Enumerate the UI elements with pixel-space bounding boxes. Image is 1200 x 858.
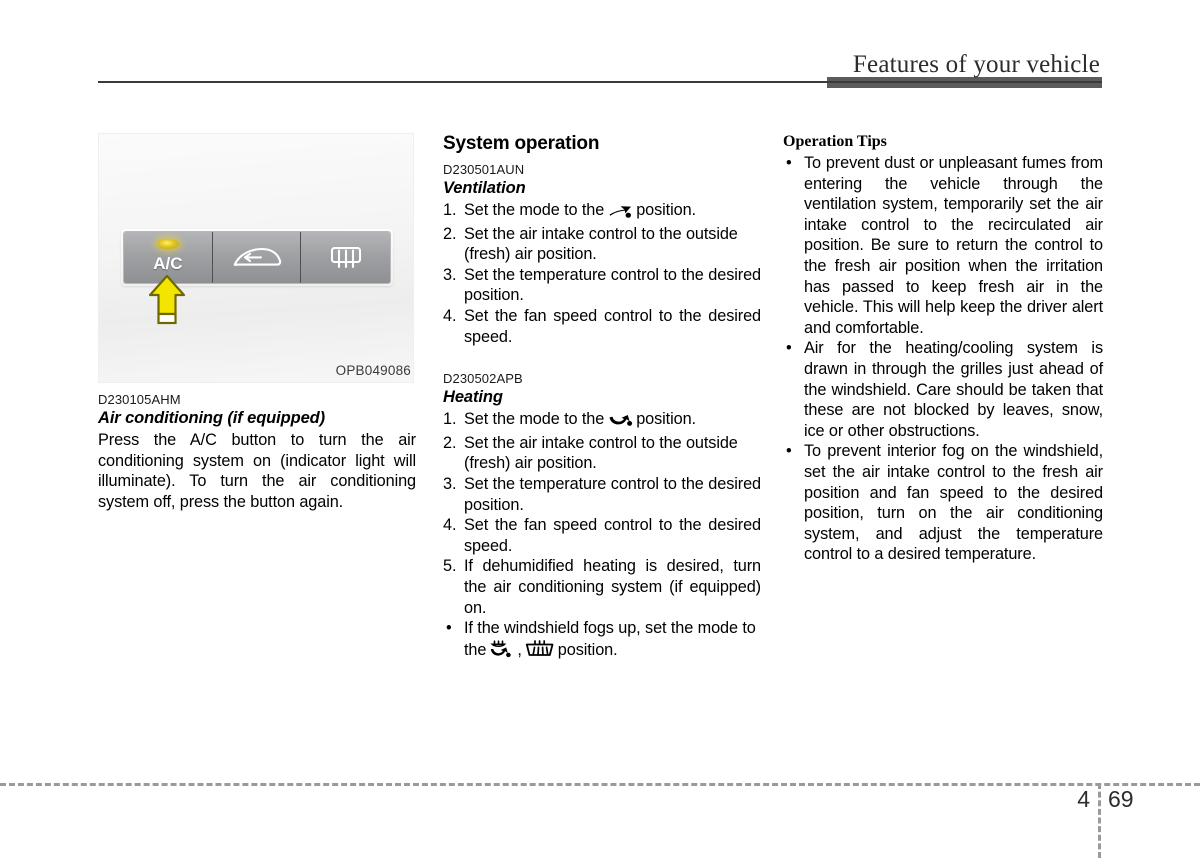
air-conditioning-subheading: Air conditioning (if equipped) xyxy=(98,409,326,427)
operation-tips-list: • To prevent dust or unpleasant fumes fr… xyxy=(783,153,1103,565)
heating-note: • If the windshield fogs up, set the mod… xyxy=(443,618,761,663)
air-recirculation-icon xyxy=(233,247,281,266)
list-item: 2. Set the air intake control to the out… xyxy=(443,433,761,474)
system-operation-heading: System operation xyxy=(443,133,600,154)
left-column: A/C OPB049086 D230105AHM Air conditionin… xyxy=(98,133,416,512)
heating-subheading: Heating xyxy=(443,388,503,407)
list-item: 1. Set the mode to the position. xyxy=(443,200,761,224)
page-header: Features of your vehicle xyxy=(0,0,1200,100)
step-number: 3. xyxy=(443,265,457,284)
chapter-number: 4 xyxy=(1077,786,1090,812)
page-title: Features of your vehicle xyxy=(852,51,1100,78)
list-item: 3. Set the temperature control to the de… xyxy=(443,265,761,306)
right-column: Operation Tips • To prevent dust or unpl… xyxy=(783,133,1103,565)
bullet-marker: • xyxy=(446,619,452,638)
callout-arrow-icon xyxy=(148,274,186,325)
air-conditioning-body: Press the A/C button to turn the air con… xyxy=(98,431,416,511)
floor-vent-mode-icon xyxy=(607,410,633,433)
note-text-post: position. xyxy=(557,640,618,659)
list-item: • If the windshield fogs up, set the mod… xyxy=(443,618,761,663)
list-item: • To prevent interior fog on the windshi… xyxy=(783,441,1103,565)
step-text-post: position. xyxy=(636,410,696,429)
step-text: Set the fan speed control to the desired… xyxy=(464,306,761,346)
step-number: 3. xyxy=(443,474,457,493)
ventilation-steps: 1. Set the mode to the position. 2. Set t… xyxy=(443,200,761,347)
tip-text: To prevent interior fog on the windshiel… xyxy=(804,442,1103,564)
step-number: 4. xyxy=(443,516,457,535)
list-item: 5. If dehumidified heating is desired, t… xyxy=(443,556,761,618)
tip-text: To prevent dust or unpleasant fumes from… xyxy=(804,154,1103,337)
ac-indicator-led xyxy=(156,239,179,249)
list-item: 4. Set the fan speed control to the desi… xyxy=(443,515,761,556)
step-number: 4. xyxy=(443,306,457,325)
note-separator: , xyxy=(517,640,522,659)
step-text: Set the mode to the position. xyxy=(464,409,761,433)
step-text: Set the temperature control to the desir… xyxy=(464,474,761,514)
rear-window-defroster-icon xyxy=(330,246,361,268)
list-item: • To prevent dust or unpleasant fumes fr… xyxy=(783,153,1103,338)
step-text: If dehumidified heating is desired, turn… xyxy=(464,557,761,617)
step-number: 1. xyxy=(443,410,457,429)
floor-defrost-mode-icon xyxy=(489,639,514,664)
step-text: Set the temperature control to the desir… xyxy=(464,265,761,305)
list-item: 2. Set the air intake control to the out… xyxy=(443,224,761,265)
step-number: 5. xyxy=(443,557,457,576)
step-text-post: position. xyxy=(636,201,696,219)
air-recirculation-button[interactable] xyxy=(212,232,302,283)
left-doc-code: D230105AHM xyxy=(98,392,181,407)
ac-button-label: A/C xyxy=(153,254,183,273)
windshield-defrost-mode-icon xyxy=(525,639,555,664)
step-text: Set the mode to the position. xyxy=(464,200,761,224)
note-text: If the windshield fogs up, set the mode … xyxy=(464,618,761,663)
step-text-pre: Set the mode to the xyxy=(464,201,605,219)
ventilation-doc-code: D230501AUN xyxy=(443,162,525,177)
step-number: 2. xyxy=(443,433,457,452)
header-rule xyxy=(98,81,1102,83)
figure-code-label: OPB049086 xyxy=(335,363,411,378)
step-text-pre: Set the mode to the xyxy=(464,410,605,429)
list-item: 1. Set the mode to the position. xyxy=(443,409,761,433)
bullet-marker: • xyxy=(786,154,792,172)
list-item: 4. Set the fan speed control to the desi… xyxy=(443,306,761,347)
middle-column: System operation D230501AUN Ventilation … xyxy=(443,133,761,663)
heating-steps: 1. Set the mode to the position. 2. Set t… xyxy=(443,409,761,618)
heating-doc-code: D230502APB xyxy=(443,371,523,387)
step-number: 2. xyxy=(443,224,457,243)
tip-text: Air for the heating/cooling system is dr… xyxy=(804,339,1103,440)
ac-control-panel-figure: A/C OPB049086 xyxy=(98,133,414,383)
rear-window-defroster-button[interactable] xyxy=(301,232,390,283)
step-text: Set the air intake control to the outsid… xyxy=(464,224,738,264)
list-item: 3. Set the temperature control to the de… xyxy=(443,474,761,515)
step-number: 1. xyxy=(443,201,457,219)
operation-tips-heading: Operation Tips xyxy=(783,133,887,150)
face-vent-mode-icon xyxy=(607,201,633,224)
step-text: Set the fan speed control to the desired… xyxy=(464,516,761,555)
footer-divider xyxy=(0,783,1200,786)
ventilation-subheading: Ventilation xyxy=(443,179,526,197)
footer-vertical-divider xyxy=(1098,783,1101,858)
page-number: 69 xyxy=(1108,786,1134,812)
list-item: • Air for the heating/cooling system is … xyxy=(783,338,1103,441)
step-text: Set the air intake control to the outsid… xyxy=(464,433,738,473)
bullet-marker: • xyxy=(786,442,792,461)
bullet-marker: • xyxy=(786,339,792,358)
